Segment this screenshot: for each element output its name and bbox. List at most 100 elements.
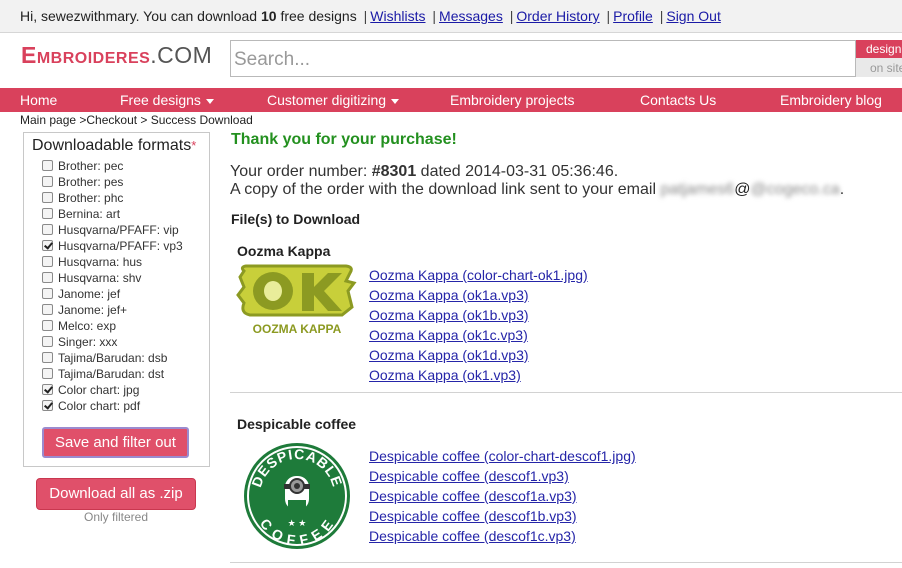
nav-free-designs-label: Free designs: [120, 92, 201, 108]
format-checkbox[interactable]: [42, 224, 53, 235]
minion-icon: ★ ★: [284, 476, 310, 528]
file-download-link[interactable]: Oozma Kappa (ok1d.vp3): [369, 347, 529, 363]
nav-embroidery-projects[interactable]: Embroidery projects: [450, 88, 575, 112]
email-at: @: [734, 181, 751, 198]
format-label: Brother: pec: [58, 159, 124, 173]
format-checkbox[interactable]: [42, 336, 53, 347]
wishlists-link[interactable]: Wishlists: [370, 8, 425, 24]
format-checkbox[interactable]: [42, 400, 53, 411]
file-list: Despicable coffee (color-chart-descof1.j…: [369, 446, 636, 546]
format-checkbox[interactable]: [42, 160, 53, 171]
greeting-prefix: Hi, sewezwithmary. You can download: [20, 8, 261, 24]
file-download-link[interactable]: Despicable coffee (descof1b.vp3): [369, 508, 577, 524]
format-item[interactable]: Bernina: art: [42, 206, 183, 222]
format-checkbox[interactable]: [42, 192, 53, 203]
format-item[interactable]: Brother: pes: [42, 174, 183, 190]
profile-link[interactable]: Profile: [613, 8, 653, 24]
format-checkbox[interactable]: [42, 272, 53, 283]
file-download-link[interactable]: Despicable coffee (descof1c.vp3): [369, 528, 576, 544]
format-checkbox[interactable]: [42, 256, 53, 267]
file-download-link[interactable]: Despicable coffee (descof1a.vp3): [369, 488, 577, 504]
chevron-down-icon: [391, 98, 400, 104]
format-item[interactable]: Singer: xxx: [42, 334, 183, 350]
nav-home-label: Home: [20, 92, 58, 108]
formats-title: Downloadable formats*: [32, 137, 196, 155]
nav-customer-digitizing-label: Customer digitizing: [267, 92, 387, 108]
design-title: Despicable coffee: [237, 416, 357, 432]
file-download-link[interactable]: Despicable coffee (descof1.vp3): [369, 468, 569, 484]
format-item[interactable]: Brother: phc: [42, 190, 183, 206]
nav-customer-digitizing[interactable]: Customer digitizing: [267, 88, 400, 112]
format-checkbox[interactable]: [42, 368, 53, 379]
format-checkbox[interactable]: [42, 288, 53, 299]
logo-suffix: .COM: [150, 42, 213, 68]
format-checkbox[interactable]: [42, 176, 53, 187]
nav-embroidery-blog[interactable]: Embroidery blog: [780, 88, 882, 112]
order-number: #8301: [371, 163, 417, 180]
formats-list: Brother: pec Brother: pes Brother: phc B…: [42, 158, 183, 414]
breadcrumb: Main page >Checkout > Success Download: [20, 113, 253, 127]
ok-thumb-caption: OOZMA KAPPA: [253, 322, 342, 336]
file-download-link[interactable]: Oozma Kappa (ok1b.vp3): [369, 307, 529, 323]
format-item[interactable]: Color chart: pdf: [42, 398, 183, 414]
file-item: Despicable coffee (descof1.vp3): [369, 466, 636, 486]
file-item: Oozma Kappa (ok1d.vp3): [369, 345, 588, 365]
format-checkbox[interactable]: [42, 352, 53, 363]
order-date: dated 2014-03-31 05:36:46.: [416, 163, 619, 180]
format-item[interactable]: Husqvarna/PFAFF: vp3: [42, 238, 183, 254]
format-item[interactable]: Husqvarna: shv: [42, 270, 183, 286]
messages-link[interactable]: Messages: [439, 8, 503, 24]
format-checkbox[interactable]: [42, 304, 53, 315]
file-item: Oozma Kappa (ok1a.vp3): [369, 285, 588, 305]
format-item[interactable]: Husqvarna/PFAFF: vip: [42, 222, 183, 238]
sign-out-link[interactable]: Sign Out: [666, 8, 720, 24]
format-checkbox[interactable]: [42, 320, 53, 331]
order-copy-line: A copy of the order with the download li…: [230, 181, 844, 199]
search-scope-designs[interactable]: design: [856, 40, 902, 58]
search-input[interactable]: Search...: [230, 40, 856, 77]
file-download-link[interactable]: Oozma Kappa (color-chart-ok1.jpg): [369, 267, 588, 283]
format-item[interactable]: Melco: exp: [42, 318, 183, 334]
format-label: Brother: pes: [58, 175, 124, 189]
format-checkbox[interactable]: [42, 240, 53, 251]
file-item: Despicable coffee (color-chart-descof1.j…: [369, 446, 636, 466]
separator: |: [659, 8, 664, 24]
file-download-link[interactable]: Despicable coffee (color-chart-descof1.j…: [369, 448, 636, 464]
greeting-suffix: free designs: [276, 8, 357, 24]
format-item[interactable]: Color chart: jpg: [42, 382, 183, 398]
divider: [230, 392, 902, 393]
file-item: Oozma Kappa (ok1b.vp3): [369, 305, 588, 325]
file-download-link[interactable]: Oozma Kappa (ok1.vp3): [369, 367, 521, 383]
nav-contacts[interactable]: Contacts Us: [640, 88, 716, 112]
file-download-link[interactable]: Oozma Kappa (ok1c.vp3): [369, 327, 528, 343]
main-nav: Home Free designs Customer digitizing Em…: [0, 88, 902, 112]
format-item[interactable]: Janome: jef+: [42, 302, 183, 318]
file-item: Despicable coffee (descof1b.vp3): [369, 506, 636, 526]
format-item[interactable]: Tajima/Barudan: dst: [42, 366, 183, 382]
format-item[interactable]: Brother: pec: [42, 158, 183, 174]
nav-free-designs[interactable]: Free designs: [120, 88, 214, 112]
save-and-filter-button[interactable]: Save and filter out: [42, 427, 189, 458]
format-item[interactable]: Husqvarna: hus: [42, 254, 183, 270]
format-item[interactable]: Tajima/Barudan: dsb: [42, 350, 183, 366]
nav-home[interactable]: Home: [20, 88, 57, 112]
order-history-link[interactable]: Order History: [516, 8, 599, 24]
thank-you-heading: Thank you for your purchase!: [231, 131, 457, 148]
free-count: 10: [260, 8, 277, 24]
format-item[interactable]: Janome: jef: [42, 286, 183, 302]
download-zip-button[interactable]: Download all as .zip: [36, 478, 196, 510]
file-item: Despicable coffee (descof1a.vp3): [369, 486, 636, 506]
site-logo[interactable]: Embroideres.COM: [21, 42, 212, 69]
search-scope-site[interactable]: on site: [856, 58, 902, 77]
formats-title-label: Downloadable formats: [32, 137, 192, 154]
despicable-coffee-thumbnail: DESPICABLE COFFEE ★ ★: [244, 443, 350, 549]
file-download-link[interactable]: Oozma Kappa (ok1a.vp3): [369, 287, 529, 303]
format-checkbox[interactable]: [42, 208, 53, 219]
separator: |: [432, 8, 437, 24]
nav-contacts-label: Contacts Us: [640, 92, 717, 108]
format-checkbox[interactable]: [42, 384, 53, 395]
files-heading: File(s) to Download: [231, 211, 361, 227]
file-item: Oozma Kappa (color-chart-ok1.jpg): [369, 265, 588, 285]
format-label: Color chart: pdf: [58, 399, 141, 413]
file-item: Oozma Kappa (ok1.vp3): [369, 365, 588, 385]
